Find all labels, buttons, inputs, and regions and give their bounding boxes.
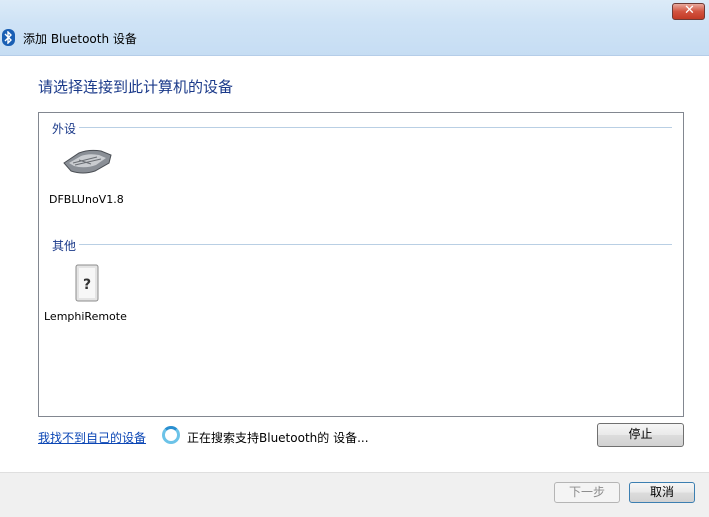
device-label[interactable]: DFBLUnoV1.8 <box>49 193 124 206</box>
searching-spinner-icon <box>162 426 180 444</box>
window-title: 添加 Bluetooth 设备 <box>23 32 137 46</box>
title-bar: 添加 Bluetooth 设备 ✕ <box>0 0 709 56</box>
stop-button[interactable]: 停止 <box>597 423 684 447</box>
keyboard-icon <box>63 149 112 174</box>
cancel-button[interactable]: 取消 <box>629 482 695 503</box>
device-item-keyboard[interactable] <box>59 145 115 179</box>
group-divider <box>79 127 672 128</box>
search-status-text: 正在搜索支持Bluetooth的 设备... <box>187 431 369 445</box>
device-item-unknown[interactable]: ? <box>69 263 105 305</box>
close-icon: ✕ <box>684 3 695 18</box>
group-header-other: 其他 <box>52 239 77 253</box>
group-header-peripherals: 外设 <box>52 122 77 136</box>
unknown-device-icon: ? <box>75 264 99 302</box>
close-button[interactable]: ✕ <box>672 3 705 20</box>
cant-find-device-link[interactable]: 我找不到自己的设备 <box>38 429 146 446</box>
bluetooth-icon <box>2 29 15 46</box>
page-heading: 请选择连接到此计算机的设备 <box>38 78 234 96</box>
device-label[interactable]: LemphiRemote <box>44 310 127 323</box>
next-button[interactable]: 下一步 <box>554 482 620 503</box>
svg-text:?: ? <box>83 277 91 293</box>
device-list[interactable]: 外设 DFBLUnoV1.8 其他 ? LemphiRemote <box>38 112 684 417</box>
group-divider <box>79 244 672 245</box>
